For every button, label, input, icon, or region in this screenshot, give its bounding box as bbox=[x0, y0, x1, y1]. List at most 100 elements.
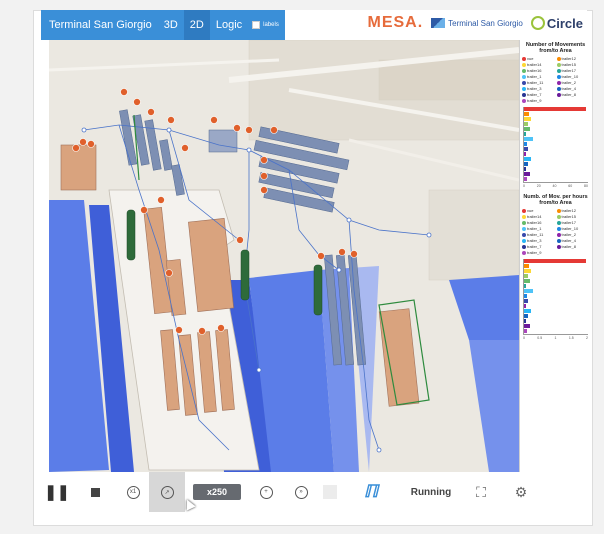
chart-bar bbox=[524, 172, 530, 176]
legend-swatch bbox=[522, 232, 526, 237]
chart-bar bbox=[524, 314, 528, 318]
chart-bar bbox=[524, 279, 530, 283]
legend-item: trailer17 bbox=[556, 220, 590, 225]
legend-label: trailer_4 bbox=[561, 86, 576, 91]
legend-item: trailer_2 bbox=[556, 80, 590, 85]
legend-item: trailer_8 bbox=[556, 92, 590, 97]
rate-bar-chart bbox=[523, 259, 588, 335]
legend-label: trailer_10 bbox=[561, 226, 579, 231]
movements-bar-chart bbox=[523, 107, 588, 183]
legend-item: trailer_4 bbox=[556, 86, 590, 91]
legend-item: trailer15 bbox=[556, 214, 590, 219]
legend-item: trailer_1 bbox=[522, 226, 555, 231]
labels-toggle[interactable]: labels bbox=[248, 21, 279, 29]
slow-down-button[interactable]: + bbox=[249, 472, 283, 512]
legend-swatch bbox=[556, 56, 561, 61]
legend-swatch bbox=[556, 214, 561, 219]
chart-bar bbox=[524, 269, 532, 273]
legend-swatch bbox=[522, 238, 526, 243]
tab-2d[interactable]: 2D bbox=[183, 10, 210, 40]
legend-swatch bbox=[556, 208, 561, 213]
legend-swatch bbox=[556, 62, 561, 67]
legend-item: trailer_3 bbox=[522, 238, 555, 243]
axis-tick-label: 1 bbox=[554, 336, 557, 340]
legend-label: trailer_3 bbox=[527, 238, 542, 243]
legend-item: trailer12 bbox=[556, 208, 590, 213]
chart-bar bbox=[524, 147, 529, 151]
legend-item: vue bbox=[522, 56, 555, 61]
terminal-map[interactable] bbox=[49, 40, 519, 472]
logo-button[interactable]: ℿ bbox=[341, 472, 401, 512]
legend-item: trailer_11 bbox=[522, 80, 555, 85]
stop-icon bbox=[90, 487, 100, 497]
legend-label: trailer_3 bbox=[527, 86, 542, 91]
chart-bar bbox=[524, 117, 532, 121]
fullscreen-button[interactable]: ⛶ bbox=[461, 472, 501, 512]
legend-label: trailer_2 bbox=[561, 80, 576, 85]
legend-swatch bbox=[556, 80, 561, 85]
legend-label: trailer_7 bbox=[527, 92, 542, 97]
rate-legend: vue trailer12 trailer14 trailer15 trailer16 t… bbox=[520, 208, 591, 255]
legend-item: trailer_4 bbox=[556, 238, 590, 243]
legend-swatch bbox=[522, 92, 526, 97]
chart-bar bbox=[524, 157, 531, 161]
circle-logo-icon bbox=[530, 16, 545, 30]
tab-3d[interactable]: 3D bbox=[158, 10, 184, 40]
terminal-logo: Terminal San Giorgio bbox=[431, 18, 523, 28]
tab-logic[interactable]: Logic bbox=[210, 10, 248, 40]
labels-checkbox[interactable] bbox=[252, 21, 261, 29]
legend-label: trailer17 bbox=[561, 220, 576, 225]
legend-swatch bbox=[556, 238, 561, 243]
legend-swatch bbox=[522, 244, 526, 249]
legend-label: trailer_8 bbox=[561, 92, 576, 97]
legend-label: vue bbox=[527, 208, 534, 213]
chart-bar bbox=[524, 142, 528, 146]
legend-item: vue bbox=[522, 208, 555, 213]
chart-bar bbox=[524, 259, 586, 263]
view-tabs: Terminal San Giorgio 3D 2D Logic labels bbox=[41, 10, 285, 40]
logo-icon: ℿ bbox=[363, 482, 379, 501]
legend-item: trailer12 bbox=[556, 56, 590, 61]
legend-item: trailer_2 bbox=[556, 232, 590, 237]
mesa-logo: MESA. bbox=[367, 14, 424, 31]
legend-item: trailer14 bbox=[522, 214, 555, 219]
fast-forward-button[interactable]: » bbox=[283, 472, 319, 512]
run-status: Running bbox=[410, 486, 452, 498]
chart-bar bbox=[524, 274, 528, 278]
fast-forward-icon: » bbox=[294, 485, 308, 499]
legend-swatch bbox=[522, 98, 526, 103]
pause-button[interactable]: ❚❚ bbox=[41, 472, 73, 512]
settings-button[interactable]: ⚙ bbox=[501, 472, 541, 512]
legend-swatch bbox=[556, 232, 561, 237]
legend-item: trailer_9 bbox=[522, 250, 555, 255]
legend-label: trailer16 bbox=[527, 220, 542, 225]
circle-logo: Circle bbox=[530, 16, 583, 31]
chart-bar bbox=[524, 167, 527, 171]
legend-label: trailer14 bbox=[527, 62, 542, 67]
legend-item: trailer_11 bbox=[522, 232, 555, 237]
terminal-title: Terminal San Giorgio bbox=[49, 19, 152, 31]
top-bar: Terminal San Giorgio 3D 2D Logic labels … bbox=[41, 10, 587, 40]
legend-swatch bbox=[522, 220, 526, 225]
movements-axis: 0 20 40 60 80 bbox=[520, 183, 591, 189]
chart-bar bbox=[524, 177, 528, 181]
legend-item: trailer_8 bbox=[556, 244, 590, 249]
legend-swatch bbox=[556, 74, 561, 79]
speed-reset-button[interactable]: x1 bbox=[117, 472, 149, 512]
legend-label: trailer_8 bbox=[561, 244, 576, 249]
legend-swatch bbox=[522, 86, 526, 91]
rate-chart-title: Numb. of Mov. per hours from/to Area bbox=[523, 194, 588, 206]
legend-swatch bbox=[522, 250, 526, 255]
legend-item: trailer_3 bbox=[522, 86, 555, 91]
speed-up-button[interactable]: ↗ bbox=[149, 472, 185, 512]
chart-bar bbox=[524, 162, 528, 166]
chart-bar bbox=[524, 152, 526, 156]
legend-label: trailer16 bbox=[527, 68, 542, 73]
legend-label: trailer_11 bbox=[527, 80, 544, 85]
disabled-button bbox=[319, 472, 341, 512]
axis-tick-label: 0 bbox=[523, 184, 525, 188]
fullscreen-icon: ⛶ bbox=[476, 483, 486, 500]
chart-bar bbox=[524, 329, 528, 333]
stop-button[interactable] bbox=[73, 472, 117, 512]
axis-tick-label: 40 bbox=[552, 184, 557, 188]
